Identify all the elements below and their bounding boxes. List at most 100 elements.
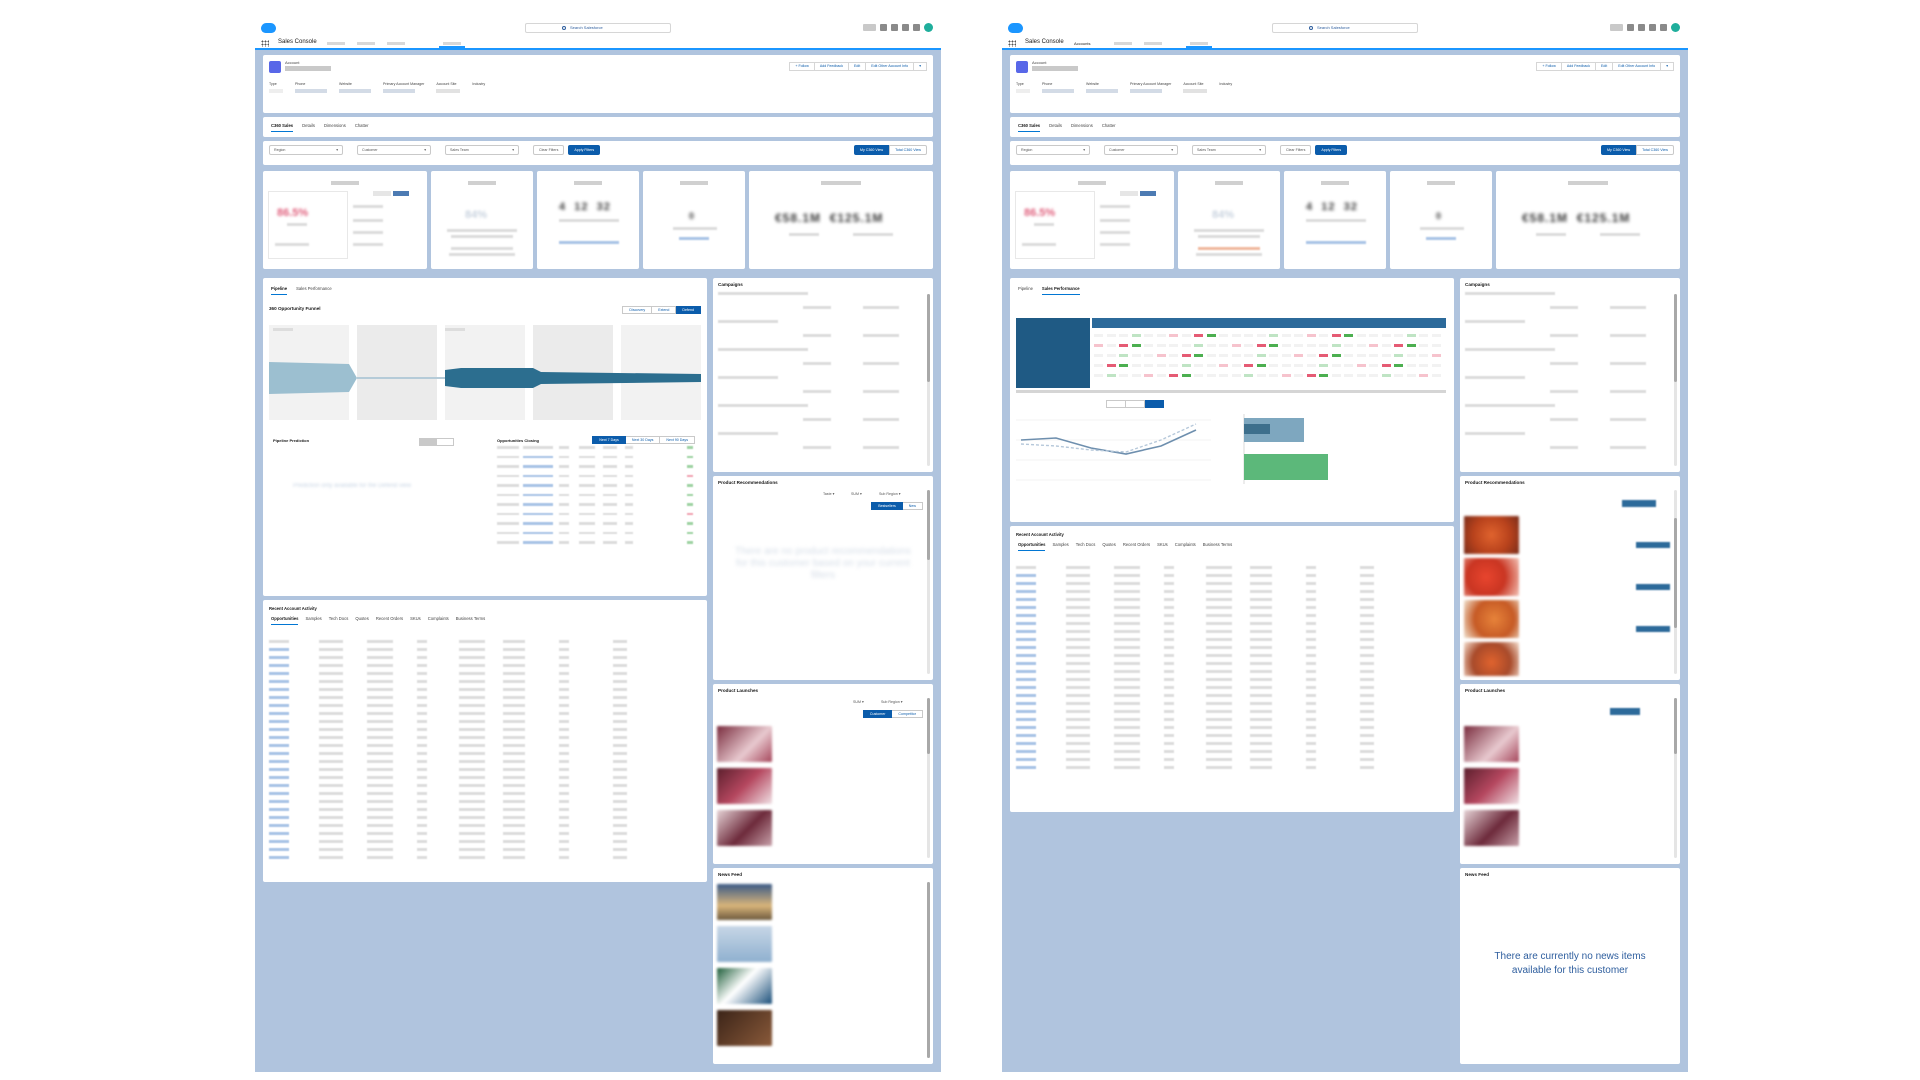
app-launcher-icon[interactable] xyxy=(1008,40,1016,47)
news-image[interactable] xyxy=(717,968,772,1004)
tab-tech-docs[interactable]: Tech Docs xyxy=(1076,542,1096,551)
tab-quotes[interactable]: Quotes xyxy=(1102,542,1116,551)
customer-button[interactable]: Customer xyxy=(862,710,893,718)
avatar[interactable] xyxy=(924,23,933,32)
tab-details[interactable]: Details xyxy=(302,123,315,132)
avatar[interactable] xyxy=(1671,23,1680,32)
global-search-input[interactable]: Search Salesforce xyxy=(1272,23,1418,33)
customer-select[interactable]: Customer ▾ xyxy=(357,145,431,155)
help-icon[interactable] xyxy=(891,24,898,31)
nav-tab[interactable] xyxy=(353,39,379,48)
launch-image[interactable] xyxy=(717,810,772,846)
apply-filters-button[interactable]: Apply Filters xyxy=(568,145,601,155)
launch-image[interactable] xyxy=(1464,810,1519,846)
launch-image[interactable] xyxy=(1464,768,1519,804)
tab-c360-sales[interactable]: C360 Sales xyxy=(271,123,294,132)
extend-button[interactable]: Extend xyxy=(652,306,677,314)
campaigns-scrollbar[interactable] xyxy=(927,294,930,466)
next-30-days-button[interactable]: Next 30 Days xyxy=(625,436,661,444)
tab-recent-orders[interactable]: Recent Orders xyxy=(376,616,403,625)
sales-team-select[interactable]: Sales Team ▾ xyxy=(445,145,519,155)
salesforce-logo-icon[interactable] xyxy=(1008,23,1023,33)
tab-chatter[interactable]: Chatter xyxy=(355,123,369,132)
recommendation-image[interactable] xyxy=(1464,642,1519,676)
favorites-icon[interactable] xyxy=(1610,24,1623,31)
tab-business-terms[interactable]: Business Terms xyxy=(456,616,485,625)
clear-filters-button[interactable]: Clear Filters xyxy=(533,145,565,155)
trend-option[interactable] xyxy=(1126,400,1145,408)
clear-filters-button[interactable]: Clear Filters xyxy=(1280,145,1312,155)
my-c360-view-button[interactable]: My C360 View xyxy=(1600,145,1637,155)
follow-button[interactable]: + Follow xyxy=(789,62,815,71)
region-select[interactable]: Region ▾ xyxy=(1016,145,1090,155)
bell-icon[interactable] xyxy=(913,24,920,31)
total-c360-view-button[interactable]: Total C360 View xyxy=(889,145,927,155)
defend-button[interactable]: Defend xyxy=(676,306,701,314)
edit-button[interactable]: Edit xyxy=(849,62,867,71)
app-launcher-icon[interactable] xyxy=(261,40,269,47)
my-c360-view-button[interactable]: My C360 View xyxy=(853,145,890,155)
nav-tab[interactable] xyxy=(323,39,349,48)
edit-other-account-info-button[interactable]: Edit Other Account Info xyxy=(866,62,915,71)
tab-complaints[interactable]: Complaints xyxy=(1175,542,1196,551)
discovery-button[interactable]: Discovery xyxy=(622,306,653,314)
launch-sub-region-dropdown[interactable]: Sub Region ▾ xyxy=(881,700,903,704)
tab-dimensions[interactable]: Dimensions xyxy=(1071,123,1093,132)
tab-details[interactable]: Details xyxy=(1049,123,1062,132)
tab-opportunities[interactable]: Opportunities xyxy=(1018,542,1046,551)
tab-sales-performance[interactable]: Sales Performance xyxy=(1041,286,1080,295)
add-feedback-button[interactable]: Add Feedback xyxy=(814,62,850,71)
launches-scrollbar[interactable] xyxy=(927,698,930,858)
salesforce-logo-icon[interactable] xyxy=(261,23,276,33)
help-icon[interactable] xyxy=(1638,24,1645,31)
favorites-icon[interactable] xyxy=(863,24,876,31)
bell-icon[interactable] xyxy=(1660,24,1667,31)
nav-tab-accounts[interactable]: Accounts xyxy=(1070,39,1094,48)
gear-icon[interactable] xyxy=(1649,24,1656,31)
follow-button[interactable]: + Follow xyxy=(1536,62,1562,71)
nav-tab-active[interactable] xyxy=(1186,39,1212,48)
apply-filters-button[interactable]: Apply Filters xyxy=(1315,145,1348,155)
tab-sales-performance[interactable]: Sales Performance xyxy=(296,286,332,295)
recommendation-image[interactable] xyxy=(1464,600,1519,638)
region-select[interactable]: Region ▾ xyxy=(269,145,343,155)
new-button[interactable]: New xyxy=(902,502,923,510)
prediction-option[interactable] xyxy=(419,438,437,446)
trend-option[interactable] xyxy=(1106,400,1126,408)
nav-tab[interactable] xyxy=(1110,39,1136,48)
prediction-option[interactable] xyxy=(437,438,454,446)
campaigns-scrollbar[interactable] xyxy=(1674,294,1677,466)
competitor-button[interactable]: Competitor xyxy=(892,710,923,718)
tab-tech-docs[interactable]: Tech Docs xyxy=(329,616,349,625)
tab-pipeline[interactable]: Pipeline xyxy=(1018,286,1033,295)
launch-image[interactable] xyxy=(717,726,772,762)
news-image[interactable] xyxy=(717,1010,772,1046)
recommendation-image[interactable] xyxy=(1464,558,1519,596)
tab-recent-orders[interactable]: Recent Orders xyxy=(1123,542,1150,551)
launch-image[interactable] xyxy=(1464,726,1519,762)
news-image[interactable] xyxy=(717,926,772,962)
launch-image[interactable] xyxy=(717,768,772,804)
recommendation-image[interactable] xyxy=(1464,516,1519,554)
taste-dropdown[interactable]: Taste ▾ xyxy=(823,492,834,496)
tab-skus[interactable]: SKUs xyxy=(410,616,421,625)
tab-pipeline[interactable]: Pipeline xyxy=(271,286,288,295)
trend-option[interactable] xyxy=(1145,400,1164,408)
recommendations-scrollbar[interactable] xyxy=(927,490,930,674)
nav-tab[interactable] xyxy=(1140,39,1166,48)
news-scrollbar[interactable] xyxy=(927,882,930,1058)
sales-team-select[interactable]: Sales Team ▾ xyxy=(1192,145,1266,155)
tab-dimensions[interactable]: Dimensions xyxy=(324,123,346,132)
next-90-days-button[interactable]: Next 90 Days xyxy=(660,436,695,444)
add-feedback-button[interactable]: Add Feedback xyxy=(1561,62,1597,71)
add-icon[interactable] xyxy=(880,24,887,31)
nav-tab-active[interactable] xyxy=(439,39,465,48)
total-c360-view-button[interactable]: Total C360 View xyxy=(1636,145,1674,155)
more-actions-button[interactable]: ▾ xyxy=(1661,62,1674,71)
bestsellers-button[interactable]: Bestsellers xyxy=(871,502,903,510)
customer-select[interactable]: Customer ▾ xyxy=(1104,145,1178,155)
tab-samples[interactable]: Samples xyxy=(1052,542,1068,551)
launch-sum-dropdown[interactable]: SUM ▾ xyxy=(853,700,864,704)
tab-business-terms[interactable]: Business Terms xyxy=(1203,542,1232,551)
nav-tab[interactable] xyxy=(383,39,409,48)
